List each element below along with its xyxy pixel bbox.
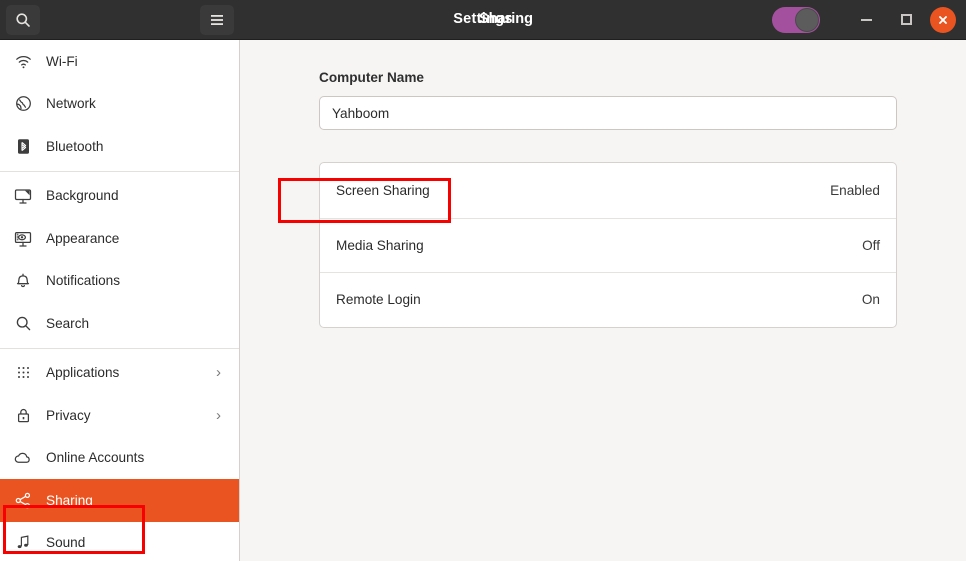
row-remote-login[interactable]: Remote Login On <box>320 272 896 327</box>
sidebar-item-label: Network <box>46 96 96 112</box>
sidebar-separator <box>0 347 239 349</box>
sidebar-item-sound[interactable]: Sound <box>0 522 239 561</box>
music-note-icon <box>9 534 37 551</box>
row-label: Remote Login <box>336 292 421 308</box>
sidebar-item-label: Sound <box>46 535 86 551</box>
sidebar-item-label: Sharing <box>46 492 93 508</box>
row-label: Screen Sharing <box>336 182 430 198</box>
titlebar-center: Sharing <box>240 0 772 40</box>
search-icon[interactable] <box>6 4 40 35</box>
chevron-right-icon: › <box>216 406 221 424</box>
sidebar-item-privacy[interactable]: Privacy › <box>0 394 239 437</box>
sidebar-item-label: Search <box>46 315 90 331</box>
row-label: Media Sharing <box>336 237 424 253</box>
share-nodes-icon <box>9 492 37 509</box>
grid-dots-icon <box>9 365 37 380</box>
sidebar-item-label: Appearance <box>46 230 120 246</box>
maximize-button[interactable] <box>886 0 926 40</box>
bluetooth-icon <box>9 138 37 155</box>
page-title: Sharing <box>479 10 533 27</box>
row-media-sharing[interactable]: Media Sharing Off <box>320 217 896 273</box>
globe-icon <box>9 95 37 112</box>
sidebar-item-search[interactable]: Search <box>0 302 239 345</box>
hamburger-menu-icon[interactable] <box>200 4 234 35</box>
monitor-image-icon <box>9 187 37 204</box>
sidebar-item-label: Background <box>46 188 119 204</box>
sidebar-item-label: Online Accounts <box>46 450 145 466</box>
sidebar-item-wi-fi[interactable]: Wi-Fi <box>0 40 239 83</box>
sidebar-item-bluetooth[interactable]: Bluetooth <box>0 125 239 168</box>
magnifier-icon <box>9 315 37 332</box>
cloud-icon <box>9 451 37 465</box>
sidebar-item-label: Privacy <box>46 407 91 423</box>
chevron-right-icon: › <box>216 364 221 382</box>
computer-name-input[interactable] <box>319 96 897 130</box>
settings-window: Settings Sharing Wi-Fi Network Bluetooth… <box>0 0 966 561</box>
window-body: Wi-Fi Network Bluetooth Background Appea… <box>0 40 966 561</box>
master-toggle[interactable] <box>772 6 820 33</box>
sidebar-item-background[interactable]: Background <box>0 175 239 218</box>
sidebar-item-notifications[interactable]: Notifications <box>0 260 239 303</box>
maximize-icon <box>900 14 912 25</box>
sidebar-item-label: Applications <box>46 365 120 381</box>
sidebar-item-appearance[interactable]: Appearance <box>0 217 239 260</box>
sidebar-item-label: Wi-Fi <box>46 53 78 69</box>
bell-icon <box>9 272 37 289</box>
titlebar: Settings Sharing <box>0 0 966 40</box>
sharing-options-list: Screen Sharing Enabled Media Sharing Off… <box>319 162 897 328</box>
sidebar-separator <box>0 170 239 172</box>
minimize-button[interactable] <box>846 0 886 40</box>
sidebar: Wi-Fi Network Bluetooth Background Appea… <box>0 40 240 561</box>
sidebar-item-network[interactable]: Network <box>0 83 239 126</box>
sidebar-item-label: Notifications <box>46 273 121 289</box>
sidebar-item-label: Bluetooth <box>46 138 104 154</box>
sidebar-item-online-accounts[interactable]: Online Accounts <box>0 437 239 480</box>
close-icon <box>939 15 947 24</box>
appearance-icon <box>9 230 37 247</box>
row-value: Enabled <box>830 182 880 198</box>
close-button[interactable] <box>930 6 956 33</box>
row-value: On <box>861 292 880 308</box>
toggle-knob <box>795 7 819 32</box>
lock-icon <box>9 407 37 424</box>
minimize-icon <box>860 18 872 21</box>
sharing-panel: Computer Name Screen Sharing Enabled Med… <box>240 40 966 561</box>
wifi-icon <box>9 53 37 70</box>
sidebar-item-applications[interactable]: Applications › <box>0 352 239 395</box>
sidebar-item-sharing[interactable]: Sharing <box>0 479 239 522</box>
row-value: Off <box>862 237 880 253</box>
titlebar-right <box>772 0 966 40</box>
titlebar-left: Settings <box>0 0 512 40</box>
computer-name-label: Computer Name <box>319 70 424 85</box>
row-screen-sharing[interactable]: Screen Sharing Enabled <box>320 163 896 218</box>
